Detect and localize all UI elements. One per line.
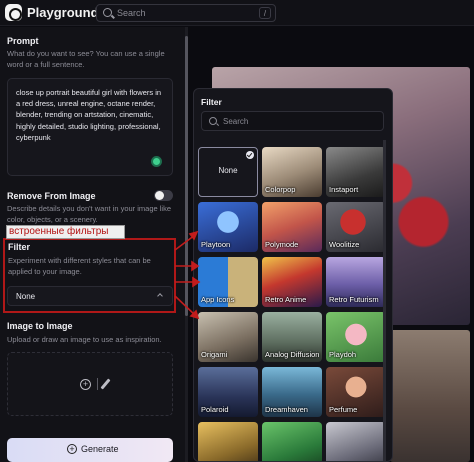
filter-tile-none[interactable]: None [198,147,258,197]
annotation-label: встроенные фильтры [6,225,125,239]
search-placeholder: Search [117,8,146,18]
add-image-icon[interactable]: + [80,379,91,390]
filter-tile-unlabeled[interactable] [198,422,258,461]
filter-tile-retro-anime[interactable]: Retro Anime [262,257,322,307]
popover-scrollbar[interactable] [383,140,386,462]
search-shortcut-key: / [259,7,271,19]
filter-tile-colorpop[interactable]: Colorpop [262,147,322,197]
image-upload-area[interactable]: + [7,352,173,416]
prompt-hint: What do you want to see? You can use a s… [7,49,165,69]
filter-tile-label: Playdoh [329,350,357,359]
filter-tile-label: Polymode [265,240,299,249]
chevron-up-icon [157,293,163,299]
prompt-status-icon [151,156,162,167]
filter-tile-analog-diffusion[interactable]: Analog Diffusion [262,312,322,362]
filter-tile-label: Colorpop [265,185,296,194]
filter-hint: Experiment with different styles that ca… [8,256,151,276]
filter-search-placeholder: Search [223,117,249,126]
prompt-text[interactable]: close up portrait beautiful girl with fl… [16,87,166,143]
generate-button[interactable]: + Generate [7,438,173,462]
filter-heading: Filter [8,242,31,252]
generate-plus-icon: + [67,444,77,454]
filter-tile-polaroid[interactable]: Polaroid [198,367,258,417]
filter-tile-dreamhaven[interactable]: Dreamhaven [262,367,322,417]
filter-tile-woolitize[interactable]: Woolitize [326,202,386,252]
filter-tile-unlabeled[interactable] [262,422,322,461]
filter-search-input[interactable]: Search [201,111,384,131]
top-bar: Playground Search / [0,0,474,26]
filter-tile-label: Perfume [329,405,358,414]
filter-tile-instaport[interactable]: Instaport [326,147,386,197]
remove-from-image-toggle[interactable] [154,190,173,201]
filter-tile-retro-futurism[interactable]: Retro Futurism [326,257,386,307]
filter-popover: Filter Search None Colorpop Instaport Pl… [193,88,393,462]
global-search-input[interactable]: Search / [96,4,276,22]
filter-tile-label: Woolitize [329,240,360,249]
popover-title: Filter [201,97,222,107]
filter-tile-label: Polaroid [201,405,229,414]
filter-tile-polymode[interactable]: Polymode [262,202,322,252]
filter-tile-label: None [218,166,238,175]
filter-tile-label: Playtoon [201,240,231,249]
filter-tile-app-icons[interactable]: App Icons [198,257,258,307]
filter-tile-playtoon[interactable]: Playtoon [198,202,258,252]
filter-tile-label: App Icons [201,295,235,304]
filter-tile-origami[interactable]: Origami [198,312,258,362]
brand-name[interactable]: Playground [27,5,99,20]
filter-tile-label: Retro Anime [265,295,307,304]
generated-image-secondary[interactable] [390,330,470,462]
filter-tile-playdoh[interactable]: Playdoh [326,312,386,362]
filter-tile-unlabeled[interactable] [326,422,386,461]
filter-tile-label: Analog Diffusion [265,350,320,359]
draw-pencil-icon[interactable] [100,378,111,390]
filter-select-value: None [16,292,36,301]
image-to-image-heading: Image to Image [7,321,73,331]
prompt-textarea[interactable]: close up portrait beautiful girl with fl… [7,78,173,176]
image-to-image-hint: Upload or draw an image to use as inspir… [7,335,162,344]
filter-tile-label: Origami [201,350,228,359]
selected-check-icon [246,151,254,159]
filter-tile-label: Instaport [329,185,359,194]
search-icon [103,8,112,17]
prompt-heading: Prompt [7,36,39,46]
filter-select[interactable]: None [7,286,173,306]
panel-scrollbar-thumb[interactable] [185,36,188,316]
remove-hint: Describe details you don't want in your … [7,204,172,224]
search-icon [209,117,217,125]
generate-label: Generate [81,444,119,454]
playground-logo-icon[interactable] [5,4,22,21]
filter-tile-label: Retro Futurism [329,295,379,304]
filter-tile-perfume[interactable]: Perfume [326,367,386,417]
remove-heading: Remove From Image [7,191,96,201]
upload-separator [97,378,98,390]
filter-tile-label: Dreamhaven [265,405,308,414]
